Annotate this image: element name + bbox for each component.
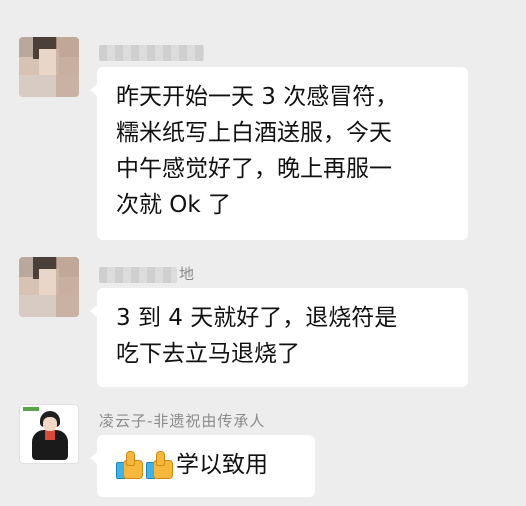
message-text-line: 糯米纸写上白酒送服，今天 bbox=[116, 120, 392, 146]
sender-name: 地 bbox=[99, 263, 195, 284]
message-text-line: 3 到 4 天就好了，退烧符是 bbox=[116, 305, 398, 331]
message-bubble[interactable]: 学以致用 bbox=[90, 435, 315, 497]
message-text-line: 吃下去立马退烧了 bbox=[116, 341, 300, 367]
sender-name: 凌云子-非遗祝由传承人 bbox=[99, 412, 266, 430]
message-text-line: 中午感觉好了，晚上再服一 bbox=[116, 156, 392, 182]
message-bubble[interactable]: 昨天开始一天 3 次感冒符， 糯米纸写上白酒送服，今天 中午感觉好了，晚上再服一… bbox=[90, 67, 468, 240]
blurred-name bbox=[99, 266, 177, 283]
message-text-line: 昨天开始一天 3 次感冒符， bbox=[116, 84, 399, 110]
message-text: 学以致用 bbox=[176, 452, 268, 478]
message-bubble[interactable]: 3 到 4 天就好了，退烧符是 吃下去立马退烧了 bbox=[90, 288, 468, 387]
message-text-line: 次就 Ok 了 bbox=[116, 192, 232, 218]
sender-name bbox=[99, 43, 206, 61]
avatar[interactable] bbox=[19, 257, 79, 317]
avatar[interactable] bbox=[19, 404, 79, 464]
thumbs-up-icon bbox=[116, 450, 144, 479]
avatar[interactable] bbox=[19, 37, 79, 97]
thumbs-up-icon bbox=[146, 450, 174, 479]
blurred-name bbox=[99, 44, 204, 61]
